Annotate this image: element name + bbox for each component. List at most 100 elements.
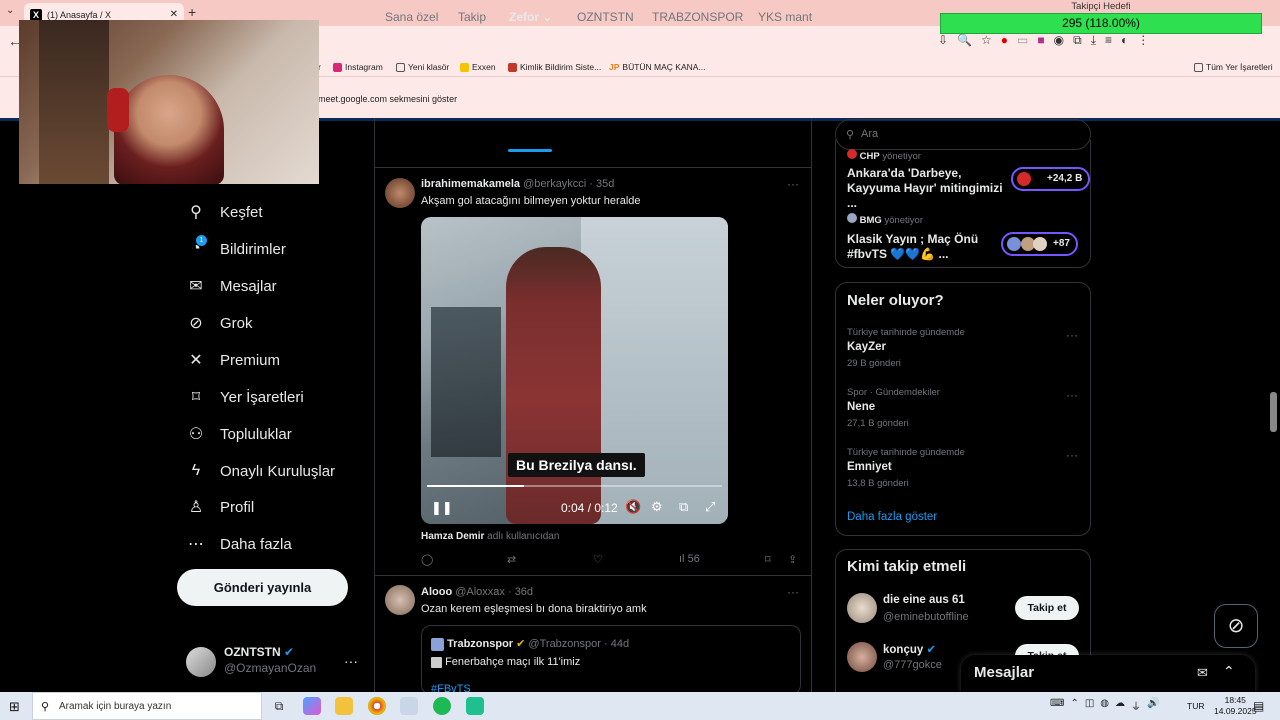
input-language[interactable]: TUR bbox=[1187, 701, 1204, 711]
network-icon[interactable]: ☁ bbox=[1115, 698, 1125, 713]
tray-app-icon[interactable]: ◍ bbox=[1100, 698, 1109, 713]
all-bookmarks[interactable]: Tüm Yer İşaretleri bbox=[1194, 62, 1273, 72]
close-tab-icon[interactable]: ✕ bbox=[170, 9, 178, 20]
pip-icon[interactable]: ⧉ bbox=[679, 499, 688, 515]
new-message-icon[interactable]: ✉ bbox=[1197, 665, 1208, 681]
bookmark-folder[interactable]: Yeni klasör bbox=[396, 62, 449, 72]
copilot-icon[interactable] bbox=[303, 697, 321, 715]
bookmark-icon[interactable]: ⌑ bbox=[765, 553, 771, 566]
avatar[interactable] bbox=[847, 593, 877, 623]
more-icon[interactable]: ··· bbox=[344, 653, 358, 669]
more-icon[interactable]: ··· bbox=[1066, 388, 1078, 402]
extension-icon[interactable]: ■ bbox=[1037, 33, 1044, 48]
nav-more[interactable]: ⋯ Daha fazla bbox=[186, 534, 292, 554]
views-stat[interactable]: ıl 56 bbox=[679, 553, 700, 565]
nav-bookmarks[interactable]: ⌑ Yer İşaretleri bbox=[186, 387, 304, 407]
tab-zefor[interactable]: Zefor ⌄ bbox=[509, 10, 552, 24]
bookmark-kimlik[interactable]: Kimlik Bildirim Siste... bbox=[508, 62, 601, 72]
bookmark-exxen[interactable]: Exxen bbox=[460, 62, 496, 72]
nav-profile[interactable]: ♙ Profil bbox=[186, 497, 254, 517]
tab-following[interactable]: Takip bbox=[458, 10, 486, 24]
bookmark-mac-kanal[interactable]: JP BÜTÜN MAÇ KANA... bbox=[609, 62, 706, 72]
more-icon[interactable]: ··· bbox=[1066, 328, 1078, 342]
nav-explore[interactable]: ⚲ Keşfet bbox=[186, 202, 262, 222]
like-icon[interactable]: ♡ bbox=[593, 553, 603, 566]
live-title[interactable]: Ankara'da 'Darbeye, Kayyuma Hayır' mitin… bbox=[847, 166, 1007, 211]
puzzle-extensions-icon[interactable]: ⧉ bbox=[1073, 33, 1082, 48]
avatar[interactable] bbox=[385, 585, 415, 615]
tweet-author[interactable]: Alooo @Aloxxax · 36d bbox=[421, 586, 533, 598]
pause-icon[interactable]: ❚❚ bbox=[431, 500, 453, 516]
notification-center-icon[interactable]: ▤ bbox=[1253, 699, 1264, 713]
task-view-icon[interactable]: ⧉ bbox=[270, 697, 288, 715]
follow-button[interactable]: Takip et bbox=[1015, 596, 1079, 620]
mute-icon[interactable]: 🔇 bbox=[625, 499, 641, 515]
usb-icon[interactable]: ⏚ bbox=[1131, 698, 1141, 713]
nav-grok[interactable]: ⊘ Grok bbox=[186, 313, 252, 333]
tab-for-you[interactable]: Sana özel bbox=[385, 10, 438, 24]
nav-messages[interactable]: ✉ Mesajlar bbox=[186, 276, 276, 296]
infobar-text[interactable]: meet.google.com sekmesini göster bbox=[318, 94, 457, 104]
trend-name[interactable]: KayZer bbox=[847, 341, 886, 353]
app-icon[interactable] bbox=[466, 697, 484, 715]
tab-yks[interactable]: YKS mant bbox=[758, 10, 812, 24]
download-icon[interactable]: ⤓ bbox=[1091, 33, 1096, 48]
clock[interactable]: 18:45 14.09.2025 bbox=[1214, 695, 1257, 717]
account-switcher[interactable]: OZNTSTN ✔ @OzmayanOzan ··· bbox=[186, 645, 366, 681]
nav-notifications[interactable]: ◔ 1 Bildirimler bbox=[186, 235, 286, 259]
trend-name[interactable]: Nene bbox=[847, 401, 875, 413]
keyboard-icon[interactable]: ⌨ bbox=[1050, 698, 1064, 713]
expand-icon[interactable]: ⌃ bbox=[1223, 663, 1235, 680]
settings-icon[interactable]: ⚙ bbox=[651, 499, 663, 515]
tweet-author[interactable]: ibrahimemakamela @berkaykcci · 35d bbox=[421, 178, 614, 190]
verified-badge-icon: ✔ bbox=[284, 645, 295, 659]
fullscreen-icon[interactable]: ⤢ bbox=[705, 499, 715, 515]
show-more-link[interactable]: Daha fazla göster bbox=[847, 511, 937, 523]
nav-premium[interactable]: ✕ Premium bbox=[186, 350, 280, 370]
more-icon[interactable]: ··· bbox=[787, 177, 799, 191]
nav-communities[interactable]: ⚇ Topluluklar bbox=[186, 424, 292, 444]
messages-drawer[interactable]: Mesajlar ✉ ⌃ bbox=[961, 655, 1255, 692]
suggested-user-name[interactable]: die eine aus 61 bbox=[883, 594, 965, 606]
tray-app-icon[interactable]: ◫ bbox=[1085, 698, 1094, 713]
app-icon[interactable] bbox=[400, 697, 418, 715]
chrome-icon[interactable] bbox=[368, 697, 386, 715]
grok-fab-button[interactable]: ⊘ bbox=[1214, 604, 1258, 648]
reply-icon[interactable]: ◯ bbox=[421, 553, 433, 566]
live-listeners-pill[interactable]: +87 bbox=[1001, 232, 1078, 256]
share-icon[interactable]: ⇪ bbox=[788, 553, 797, 566]
zoom-icon[interactable]: 🔍 bbox=[957, 33, 972, 48]
new-tab-button[interactable]: + bbox=[188, 4, 196, 20]
star-bookmark-icon[interactable]: ☆ bbox=[981, 33, 992, 48]
more-icon[interactable]: ··· bbox=[1066, 448, 1078, 462]
avatar[interactable] bbox=[847, 642, 877, 672]
tab-ozntstn[interactable]: OZNTSTN bbox=[577, 10, 634, 24]
nav-verified-orgs[interactable]: ϟ Onaylı Kuruluşlar bbox=[186, 461, 335, 481]
file-explorer-icon[interactable] bbox=[335, 697, 353, 715]
extension-icon[interactable]: ▭ bbox=[1017, 33, 1028, 48]
reading-list-icon[interactable]: ≡ bbox=[1105, 33, 1112, 48]
video-player[interactable] bbox=[421, 217, 728, 524]
suggested-user-name[interactable]: konçuy ✔ bbox=[883, 642, 936, 656]
trend-name[interactable]: Emniyet bbox=[847, 461, 892, 473]
bookmark-instagram[interactable]: Instagram bbox=[333, 62, 383, 72]
taskbar-search[interactable]: ⚲ Aramak için buraya yazın bbox=[32, 692, 262, 720]
windows-start-icon[interactable]: ⊞ bbox=[9, 699, 20, 715]
more-icon[interactable]: ··· bbox=[787, 585, 799, 599]
post-button[interactable]: Gönderi yayınla bbox=[177, 569, 348, 606]
opera-extension-icon[interactable]: ● bbox=[1001, 33, 1008, 48]
avatar[interactable] bbox=[385, 178, 415, 208]
live-title[interactable]: Klasik Yayın ; Maç Önü #fbvTS 💙💙💪 ... bbox=[847, 232, 1002, 262]
live-listeners-pill[interactable]: +24,2 B bbox=[1011, 167, 1091, 191]
tab-search-button[interactable]: ⌄ bbox=[6, 5, 14, 16]
spotify-icon[interactable] bbox=[433, 697, 451, 715]
browser-menu-icon[interactable]: ⋮ bbox=[1137, 33, 1149, 48]
tab-trabzonspor[interactable]: TRABZONSPOR bbox=[652, 10, 743, 24]
extension-icon[interactable]: ◉ bbox=[1054, 33, 1064, 48]
profile-avatar-icon[interactable]: ◐ bbox=[1121, 33, 1128, 48]
volume-icon[interactable]: 🔊 bbox=[1147, 698, 1159, 713]
page-scrollbar[interactable] bbox=[1270, 392, 1277, 432]
chevron-up-icon[interactable]: ⌃ bbox=[1070, 698, 1078, 713]
repost-icon[interactable]: ⇄ bbox=[507, 553, 516, 566]
install-app-icon[interactable]: ⇩ bbox=[938, 33, 948, 48]
